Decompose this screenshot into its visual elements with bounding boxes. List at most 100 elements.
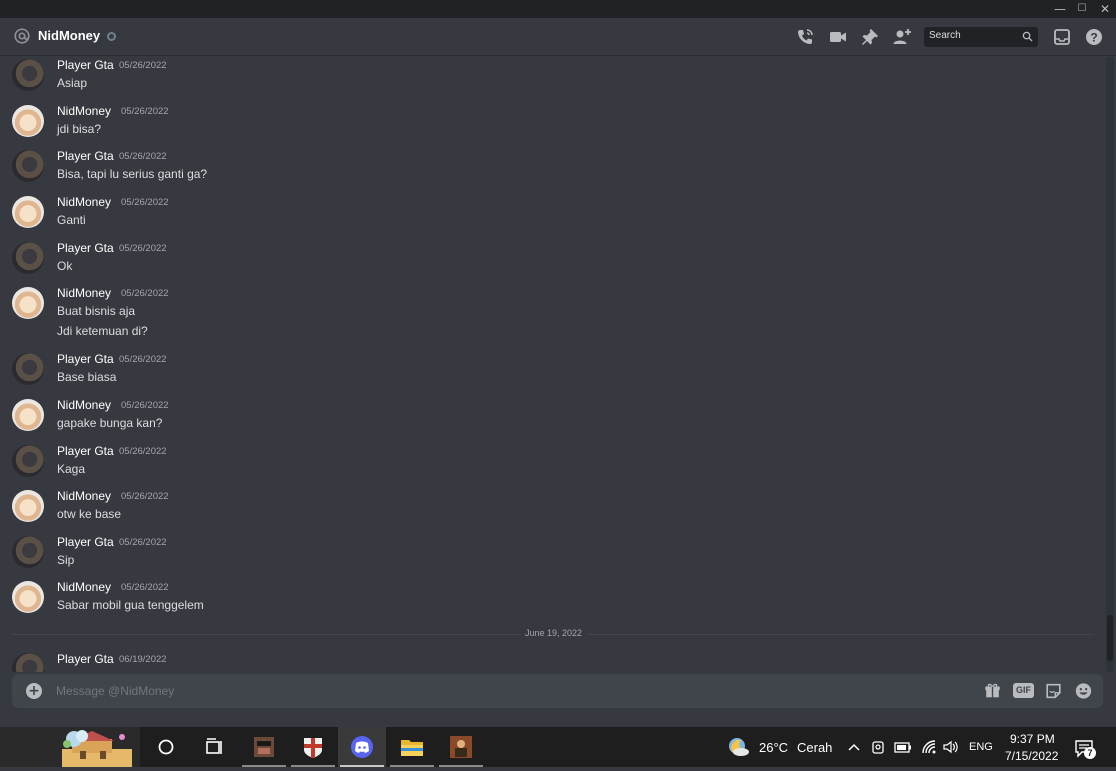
message-text: Base biasa xyxy=(57,370,117,384)
channel-name: NidMoney xyxy=(38,28,101,43)
title-bar: — ☐ ✕ xyxy=(0,0,1116,18)
message-text: Ganti xyxy=(57,213,86,227)
message-text: Sabar mobil gua tenggelem xyxy=(57,598,204,612)
video-icon[interactable] xyxy=(828,27,848,47)
date-divider-label: June 19, 2022 xyxy=(520,628,588,638)
scrollbar-thumb[interactable] xyxy=(1107,615,1113,661)
weather-desc: Cerah xyxy=(797,740,833,755)
message-username[interactable]: NidMoney xyxy=(57,489,111,503)
shield-app-icon[interactable] xyxy=(289,727,337,767)
message-username[interactable]: Player Gta xyxy=(57,352,114,366)
avatar[interactable] xyxy=(12,59,44,91)
message-username[interactable]: Player Gta xyxy=(57,652,114,666)
message-input[interactable] xyxy=(56,681,856,701)
pin-icon[interactable] xyxy=(860,27,880,47)
avatar[interactable] xyxy=(12,242,44,274)
minimize-button[interactable]: — xyxy=(1049,0,1071,18)
message-text: gapake bunga kan? xyxy=(57,416,163,430)
start-icon[interactable] xyxy=(0,727,140,767)
chevron-up-icon[interactable] xyxy=(847,741,861,753)
weather-icon xyxy=(729,738,749,756)
message-username[interactable]: Player Gta xyxy=(57,149,114,163)
message-timestamp: 05/26/2022 xyxy=(121,106,169,117)
camera-icon[interactable] xyxy=(871,740,885,755)
message-username[interactable]: NidMoney xyxy=(57,398,111,412)
message-timestamp: 05/26/2022 xyxy=(121,491,169,502)
avatar[interactable] xyxy=(12,445,44,477)
message-username[interactable]: Player Gta xyxy=(57,535,114,549)
message-timestamp: 05/26/2022 xyxy=(121,197,169,208)
message-composer: + GIF xyxy=(12,674,1103,708)
help-icon[interactable]: ? xyxy=(1084,27,1104,47)
weather-temp: 26°C xyxy=(759,740,789,755)
call-icon[interactable] xyxy=(795,27,815,47)
avatar[interactable] xyxy=(12,105,44,137)
at-icon xyxy=(14,28,30,44)
sticker-icon[interactable] xyxy=(1044,682,1063,700)
message-text: Jdi ketemuan di? xyxy=(57,324,148,338)
avatar[interactable] xyxy=(12,287,44,319)
message-username[interactable]: NidMoney xyxy=(57,195,111,209)
cortana-icon[interactable] xyxy=(142,727,190,767)
message-username[interactable]: Player Gta xyxy=(57,241,114,255)
message-text: Ok xyxy=(57,259,73,273)
message-timestamp: 05/26/2022 xyxy=(119,537,167,548)
game-app-2-icon[interactable] xyxy=(437,727,485,767)
avatar[interactable] xyxy=(12,653,44,672)
message-timestamp: 05/26/2022 xyxy=(121,400,169,411)
message-text: Sip xyxy=(57,553,75,567)
avatar[interactable] xyxy=(12,353,44,385)
message-timestamp: 05/26/2022 xyxy=(119,354,167,365)
message-timestamp: 06/19/2022 xyxy=(119,654,167,665)
emoji-icon[interactable] xyxy=(1074,682,1093,700)
inbox-icon[interactable] xyxy=(1052,27,1072,47)
volume-icon[interactable] xyxy=(942,740,960,754)
message-text: Asiap xyxy=(57,76,88,90)
file-explorer-icon[interactable] xyxy=(388,727,436,767)
search-placeholder: Search xyxy=(929,30,961,41)
gif-icon[interactable]: GIF xyxy=(1013,683,1034,698)
notification-icon[interactable]: 7 xyxy=(1074,739,1096,759)
avatar[interactable] xyxy=(12,536,44,568)
discord-icon[interactable] xyxy=(338,727,386,767)
message-text: Bisa, tapi lu serius ganti ga? xyxy=(57,167,208,181)
message-username[interactable]: NidMoney xyxy=(57,104,111,118)
avatar[interactable] xyxy=(12,150,44,182)
game-app-icon[interactable] xyxy=(240,727,288,767)
avatar[interactable] xyxy=(12,399,44,431)
search-box[interactable]: Search xyxy=(924,27,1038,47)
message-text: otw ke base xyxy=(57,507,122,521)
message-list[interactable]: June 19, 2022 Player Gta 05/26/2022 Asiap N… xyxy=(0,57,1106,672)
status-indicator xyxy=(107,32,116,41)
avatar[interactable] xyxy=(12,490,44,522)
wifi-icon[interactable] xyxy=(920,739,938,755)
message-username[interactable]: NidMoney xyxy=(57,580,111,594)
clock-time[interactable]: 9:37 PM xyxy=(1010,732,1055,746)
message-text: jdi bisa? xyxy=(57,122,102,136)
close-button[interactable]: ✕ xyxy=(1094,0,1116,18)
maximize-button[interactable]: ☐ xyxy=(1071,0,1093,18)
message-timestamp: 05/26/2022 xyxy=(119,446,167,457)
message-timestamp: 05/26/2022 xyxy=(119,60,167,71)
message-timestamp: 05/26/2022 xyxy=(121,582,169,593)
battery-icon[interactable] xyxy=(894,740,912,754)
avatar[interactable] xyxy=(12,581,44,613)
gift-icon[interactable] xyxy=(983,682,1002,700)
avatar[interactable] xyxy=(12,196,44,228)
language-indicator[interactable]: ENG xyxy=(969,741,993,753)
message-timestamp: 05/26/2022 xyxy=(119,151,167,162)
search-icon xyxy=(1022,31,1033,42)
notification-count: 7 xyxy=(1084,747,1096,759)
clock-date[interactable]: 7/15/2022 xyxy=(1005,749,1058,763)
message-username[interactable]: Player Gta xyxy=(57,444,114,458)
svg-text:?: ? xyxy=(1090,31,1097,45)
message-username[interactable]: Player Gta xyxy=(57,58,114,72)
scrollbar-track[interactable] xyxy=(1106,57,1114,672)
add-friend-icon[interactable] xyxy=(892,27,912,47)
channel-header: NidMoney Search ? xyxy=(0,18,1116,56)
plus-icon[interactable]: + xyxy=(26,683,42,699)
task-view-icon[interactable] xyxy=(190,727,238,767)
message-username[interactable]: NidMoney xyxy=(57,286,111,300)
message-text: Kaga xyxy=(57,462,86,476)
message-timestamp: 05/26/2022 xyxy=(119,243,167,254)
